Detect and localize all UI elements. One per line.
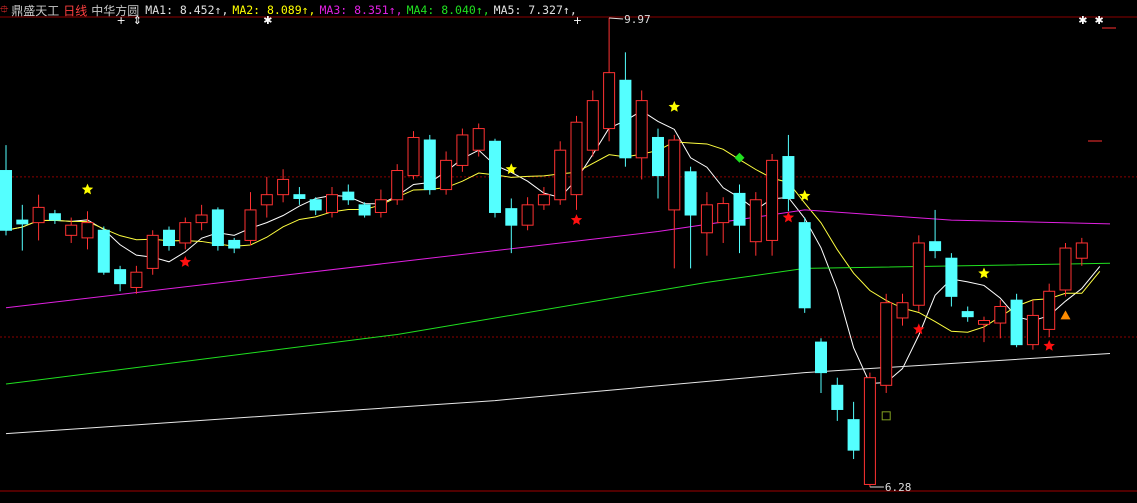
buy-star-icon	[978, 267, 990, 279]
candle-down	[733, 192, 746, 226]
candle-up	[472, 128, 485, 151]
candle-up	[717, 203, 730, 224]
sell-star-icon	[570, 214, 583, 225]
candle-up	[146, 234, 159, 269]
candle-down	[798, 222, 811, 309]
ma3-value: MA3: 8.351↑,	[319, 3, 403, 17]
candle-up	[896, 302, 909, 319]
candle-down	[847, 419, 860, 451]
candle-down	[97, 229, 110, 273]
candle-down	[505, 208, 518, 226]
candle-up	[81, 222, 94, 239]
triangle-icon	[1060, 310, 1071, 320]
candle-down	[423, 139, 436, 191]
buy-star-icon	[81, 183, 94, 195]
candle-up	[1026, 314, 1039, 346]
chart-header: ⯐ 鼎盛天工 日线 中华方圆 MA1: 8.452↑, MA2: 8.089↑,…	[0, 2, 581, 18]
candle-down	[211, 209, 224, 247]
candle-up	[391, 170, 404, 201]
square-icon	[881, 411, 891, 421]
low-price-label: 6.28	[885, 481, 912, 494]
top-asterisk-icon: ✱	[1094, 14, 1103, 27]
ma2-value: MA2: 8.089↑,	[232, 3, 316, 17]
candle-down	[782, 156, 795, 199]
candle-up	[407, 136, 420, 177]
candle-up	[554, 149, 567, 201]
candle-down	[228, 239, 241, 249]
top-asterisk-icon: ✱	[1078, 14, 1087, 27]
candle-up	[863, 377, 876, 485]
candlestick-chart[interactable]: + ⇕ ✱ + ✱ ✱9.976.28	[0, 0, 1137, 503]
candle-up	[195, 214, 208, 224]
candle-up	[700, 204, 713, 234]
candle-down	[293, 194, 306, 199]
candle-down	[0, 170, 12, 231]
candle-up	[635, 100, 648, 159]
stock-icon[interactable]: ⯐	[0, 1, 8, 20]
candle-down	[929, 241, 942, 252]
candle-up	[65, 224, 78, 236]
candle-up	[374, 199, 387, 213]
candle-up	[912, 242, 925, 306]
candle-up	[326, 194, 338, 213]
candle-up	[277, 178, 290, 196]
candle-up	[749, 199, 762, 243]
candle-up	[1075, 242, 1088, 259]
candle-up	[994, 306, 1007, 324]
candle-up	[880, 302, 893, 386]
ma-line-ma4	[5, 262, 1111, 385]
candle-down	[684, 171, 697, 216]
buy-star-icon	[668, 101, 680, 112]
candle-down	[961, 311, 974, 318]
stock-name: 鼎盛天工	[11, 3, 60, 18]
candle-up	[1043, 290, 1056, 330]
candle-down	[16, 219, 29, 225]
buy-star-icon	[799, 189, 811, 201]
ma1-value: MA1: 8.452↑,	[145, 3, 229, 17]
candle-down	[309, 199, 322, 211]
candle-up	[766, 159, 779, 241]
candle-down	[815, 341, 827, 374]
candle-up	[537, 194, 550, 206]
ma4-value: MA4: 8.040↑,	[406, 3, 490, 17]
candle-down	[342, 191, 355, 201]
candle-up	[978, 319, 990, 325]
candle-up	[570, 121, 583, 196]
candle-down	[114, 269, 127, 285]
candle-up	[603, 72, 616, 130]
candle-up	[456, 134, 469, 166]
candle-up	[32, 206, 45, 224]
sell-star-icon	[1043, 339, 1055, 351]
candle-up	[521, 204, 534, 226]
candle-up	[1059, 247, 1072, 291]
candle-up	[440, 159, 453, 191]
candle-down	[1010, 299, 1023, 346]
candle-down	[831, 384, 844, 410]
candle-down	[163, 229, 175, 247]
ma5-value: MA5: 7.327↑,	[493, 3, 577, 17]
candle-up	[668, 139, 681, 211]
candle-down	[489, 140, 501, 213]
indicator-name: 中华方圆	[91, 3, 140, 18]
sell-star-icon	[179, 256, 191, 267]
candle-up	[244, 209, 257, 241]
period-label[interactable]: 日线	[63, 2, 87, 19]
candle-up	[586, 100, 599, 151]
candle-down	[619, 79, 632, 159]
candle-up	[179, 222, 192, 244]
candle-down	[652, 136, 664, 177]
ma-line-ma5	[5, 353, 1111, 435]
kline-chart-window[interactable]: + ⇕ ✱ + ✱ ✱ 9.97 6.28 ⯐ 鼎盛天工 日线 中华方圆 MA1: 8.452…	[0, 0, 1137, 503]
candle-down	[358, 204, 371, 216]
candle-down	[945, 257, 958, 297]
candle-up	[260, 194, 273, 206]
high-pointer	[609, 17, 624, 20]
ma-line-ma3	[5, 209, 1111, 309]
candle-up	[130, 271, 143, 288]
candle-down	[48, 213, 61, 221]
high-price-label: 9.97	[624, 13, 651, 26]
